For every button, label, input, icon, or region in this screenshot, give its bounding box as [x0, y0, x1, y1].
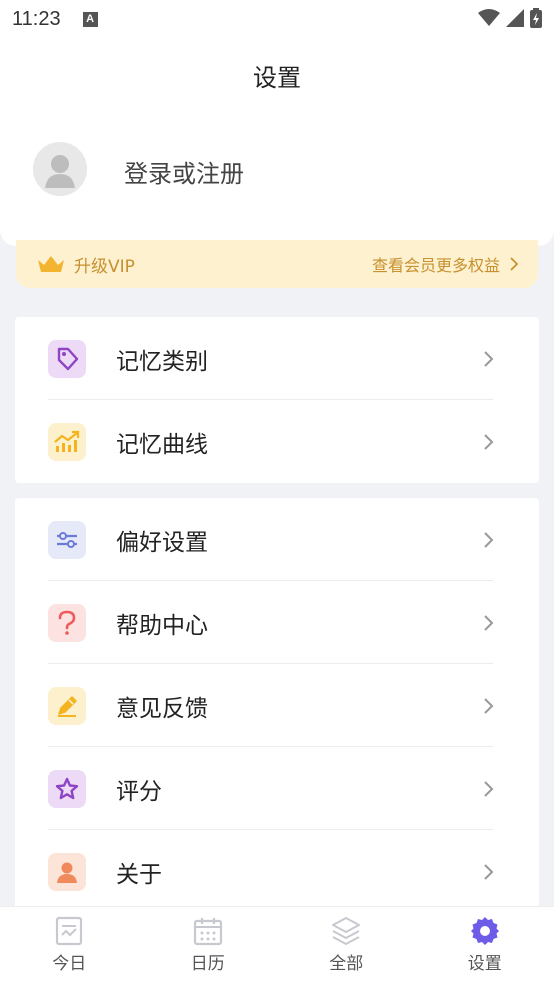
bottom-tab-bar: 今日 日历 全部 设置 [0, 906, 554, 984]
menu-item-label: 意见反馈 [116, 695, 208, 722]
signal-icon [506, 9, 524, 27]
today-icon [56, 916, 83, 946]
page-title: 设置 [253, 64, 301, 92]
tab-all[interactable]: 全部 [277, 907, 416, 984]
chevron-right-icon [484, 863, 494, 880]
menu-item-label: 评分 [116, 778, 162, 805]
upgrade-vip-label: 升级VIP [74, 256, 135, 277]
login-register-link[interactable]: 登录或注册 [124, 154, 244, 189]
menu-item-memory-category[interactable]: 记忆类别 [15, 317, 539, 400]
crown-icon [38, 256, 64, 272]
chevron-right-icon [484, 531, 494, 548]
notification-icon: A [82, 11, 98, 27]
chevron-right-icon [484, 350, 494, 367]
menu-item-memory-curve[interactable]: 记忆曲线 [15, 400, 539, 483]
settings-gear-icon [470, 917, 499, 945]
chevron-right-icon [484, 433, 494, 450]
avatar[interactable] [33, 142, 87, 196]
calendar-icon [193, 918, 222, 946]
chart-trend-icon [48, 422, 86, 461]
vip-benefits-link[interactable]: 查看会员更多权益 [372, 252, 518, 276]
menu-item-feedback[interactable]: 意见反馈 [15, 664, 539, 747]
battery-icon [530, 8, 542, 28]
menu-item-label: 记忆曲线 [116, 431, 208, 458]
tab-settings[interactable]: 设置 [416, 907, 554, 984]
layers-icon [332, 917, 361, 945]
wifi-icon [478, 9, 500, 26]
chevron-right-icon [484, 697, 494, 714]
menu-item-label: 关于 [116, 861, 162, 888]
vip-banner[interactable]: 升级VIP 查看会员更多权益 [16, 240, 538, 288]
menu-item-label: 记忆类别 [116, 348, 208, 375]
menu-item-label: 偏好设置 [116, 529, 208, 556]
chevron-right-icon [510, 257, 518, 271]
tab-label: 今日 [52, 954, 87, 974]
menu-item-label: 帮助中心 [116, 612, 208, 639]
default-avatar-icon [33, 142, 87, 196]
tab-label: 全部 [329, 954, 364, 974]
person-icon [48, 852, 86, 891]
tab-today[interactable]: 今日 [0, 907, 139, 984]
tag-icon [48, 339, 86, 378]
menu-item-preferences[interactable]: 偏好设置 [15, 498, 539, 581]
menu-item-rate[interactable]: 评分 [15, 747, 539, 830]
tab-label: 日历 [190, 954, 225, 974]
star-icon [48, 769, 86, 808]
question-icon [48, 603, 86, 642]
vip-benefits-text: 查看会员更多权益 [371, 256, 500, 275]
menu-group-general: 偏好设置 帮助中心 意见反馈 评分 关于 [15, 498, 539, 913]
tab-label: 设置 [467, 954, 502, 974]
chevron-right-icon [484, 614, 494, 631]
status-time: 11:23 [12, 7, 61, 30]
menu-item-about[interactable]: 关于 [15, 830, 539, 913]
menu-item-help-center[interactable]: 帮助中心 [15, 581, 539, 664]
menu-group-memory: 记忆类别 记忆曲线 [15, 317, 539, 483]
status-bar: 11:23 A [0, 0, 554, 38]
tab-calendar[interactable]: 日历 [139, 907, 278, 984]
sliders-icon [48, 520, 86, 559]
status-indicators [478, 8, 542, 28]
chevron-right-icon [484, 780, 494, 797]
pencil-icon [48, 686, 86, 725]
